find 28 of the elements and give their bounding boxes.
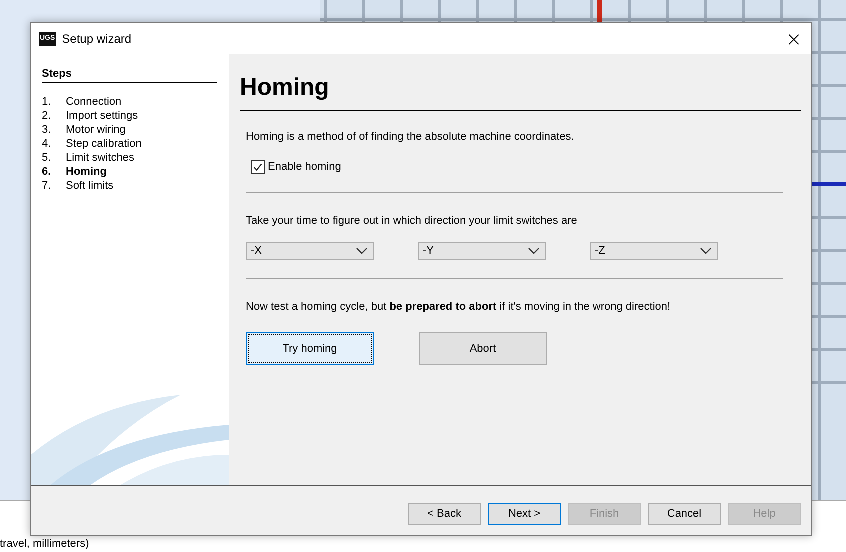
window-title: Setup wizard — [62, 32, 133, 46]
homing-button[interactable]: Abort — [419, 332, 547, 365]
steps-heading: Steps — [42, 68, 217, 83]
test-text: Now test a homing cycle, but be prepared to abort if it's moving in the wrong direction! — [246, 301, 672, 313]
step-item: 5. Limit switches — [42, 151, 136, 165]
direction-dropdown[interactable]: -Y — [418, 242, 546, 260]
wizard-button[interactable]: < Back — [408, 503, 481, 525]
step-item: 1. Connection — [42, 95, 123, 109]
page-title: Homing — [240, 54, 801, 111]
direction-dropdown[interactable]: -X — [246, 242, 374, 260]
wizard-button[interactable]: Next > — [488, 503, 561, 525]
step-item: 3. Motor wiring — [42, 123, 127, 137]
intro-text: Homing is a method of of finding the absolute machine coordinates. — [246, 131, 576, 143]
close-button[interactable]: × — [777, 24, 811, 54]
step-item: 4. Step calibration — [42, 137, 143, 151]
chevron-icon — [356, 247, 368, 255]
chevron-icon — [528, 247, 540, 255]
homing-button[interactable]: Try homing — [246, 332, 374, 365]
enable-homing-checkbox[interactable]: Enable homing — [251, 160, 342, 174]
wizard-button[interactable]: Cancel — [648, 503, 721, 525]
check-icon — [252, 161, 264, 174]
log-text: travel, millimeters) — [0, 538, 90, 551]
direction-text: Take your time to figure out in which direction your limit switches are — [246, 215, 578, 227]
step-item: 7. Soft limits — [42, 179, 115, 193]
step-item: 6. Homing — [42, 165, 108, 179]
step-item: 2. Import settings — [42, 109, 140, 123]
chevron-icon — [700, 247, 712, 255]
direction-dropdown[interactable]: -Z — [590, 242, 718, 260]
